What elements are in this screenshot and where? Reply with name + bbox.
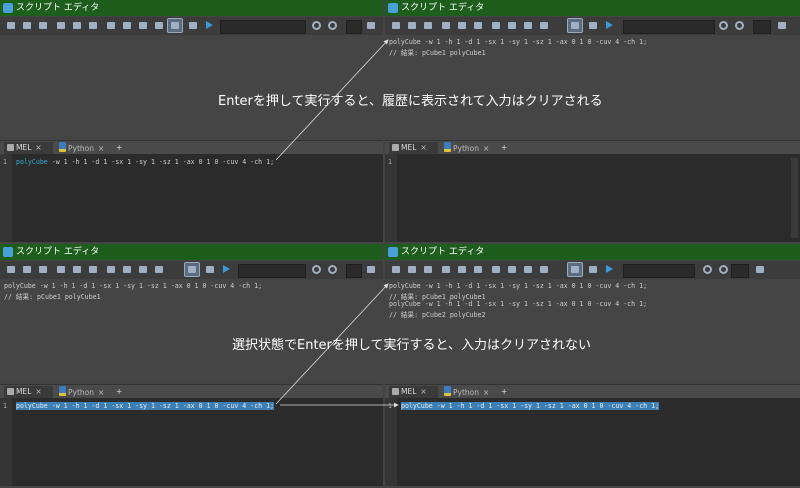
annotation-top: Enterを押して実行すると、履歴に表示されて入力はクリアされる bbox=[218, 94, 603, 109]
annotation-arrows bbox=[275, 39, 399, 408]
annotation-bottom: 選択状態でEnterを押して実行すると、入力はクリアされない bbox=[232, 338, 591, 353]
